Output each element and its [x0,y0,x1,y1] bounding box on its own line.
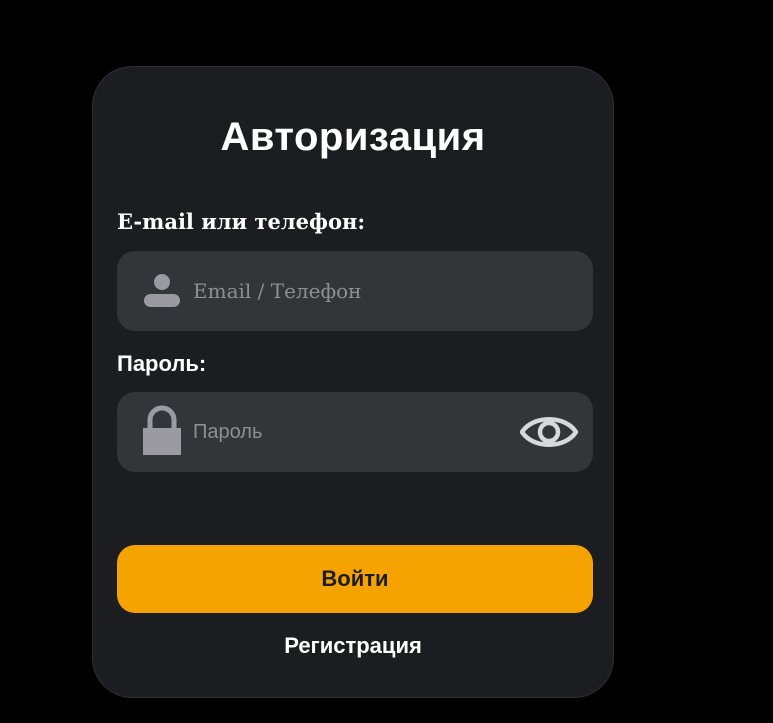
lock-icon [143,405,181,455]
password-input[interactable] [193,392,513,472]
email-label: E-mail или телефон: [117,209,366,234]
email-input[interactable] [193,251,513,331]
register-link[interactable]: Регистрация [93,631,613,661]
password-field-container[interactable] [117,392,593,472]
eye-icon[interactable] [519,409,579,455]
page-title: Авторизация [220,115,486,159]
password-label: Пароль: [117,351,207,376]
user-icon [144,274,180,307]
login-card: Авторизация E-mail или телефон: Пароль: … [92,66,614,698]
email-field-container[interactable] [117,251,593,331]
login-button[interactable]: Войти [117,545,593,613]
